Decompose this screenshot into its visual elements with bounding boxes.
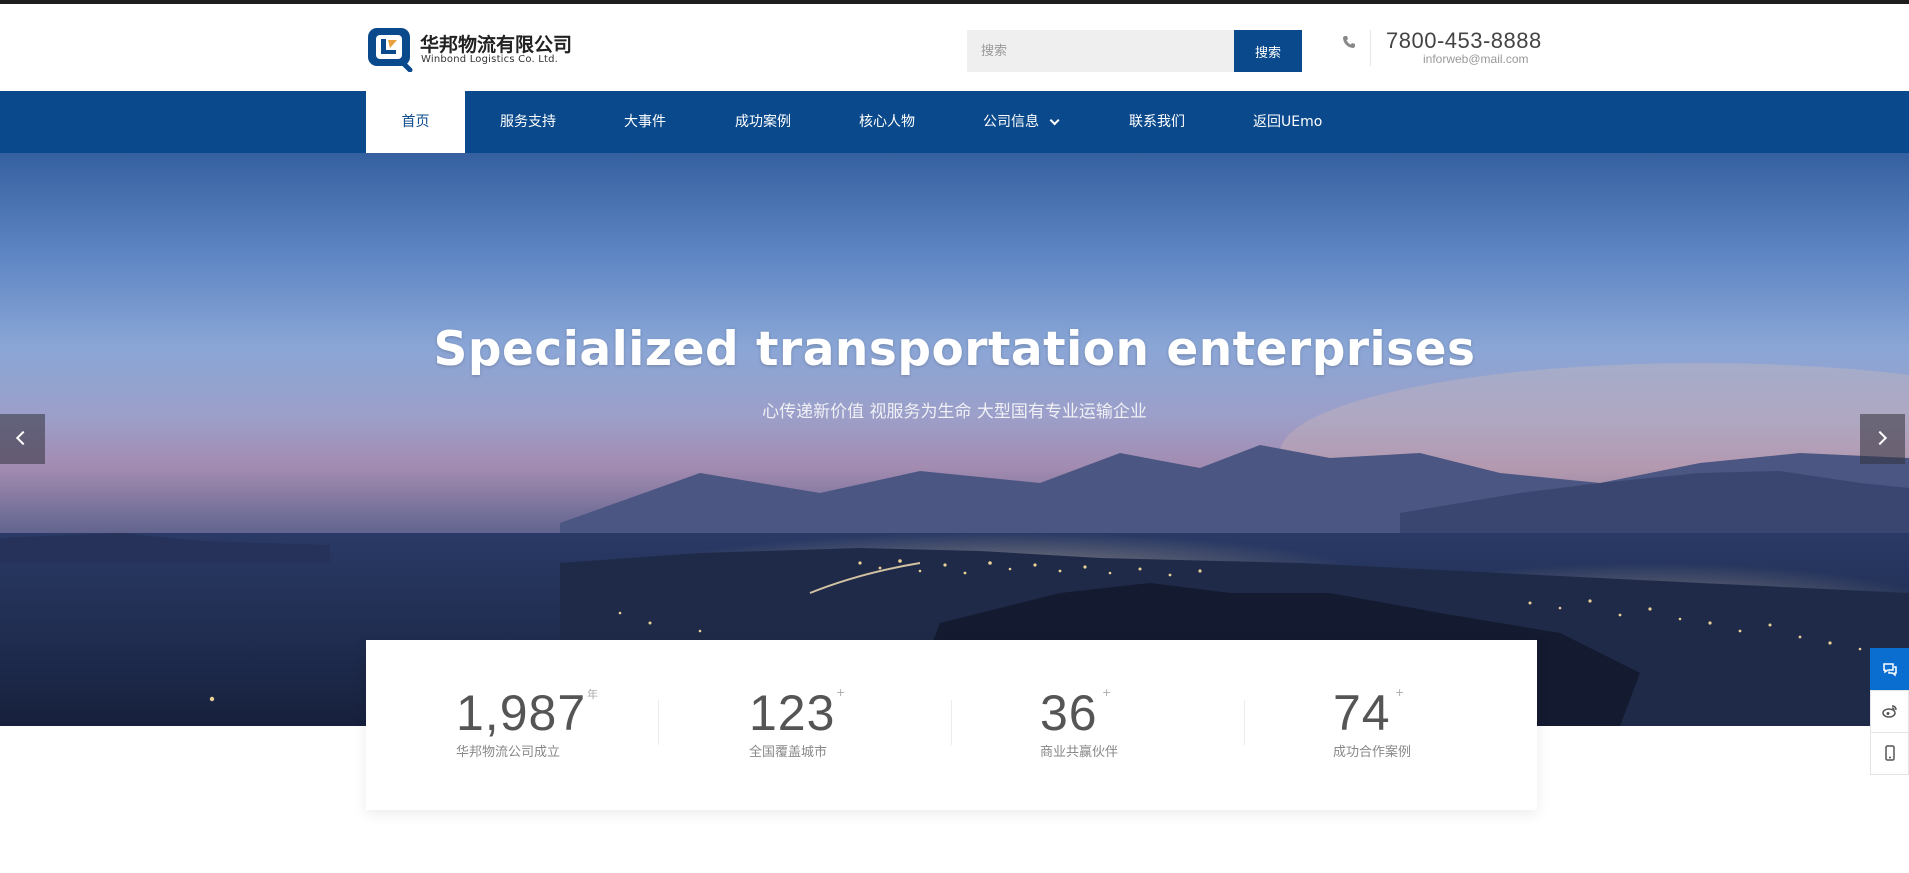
- contact-divider: [1370, 30, 1371, 66]
- phone-number: 7800-453-8888: [1386, 28, 1542, 53]
- stat-unit: +: [1395, 686, 1405, 699]
- nav-item-label: 首页: [401, 114, 430, 130]
- logo-name-cn: 华邦物流有限公司: [420, 34, 573, 56]
- stat-item-founded: 1,987 年 华邦物流公司成立: [366, 640, 658, 810]
- nav-item-people[interactable]: 核心人物: [859, 91, 915, 153]
- nav-item-events[interactable]: 大事件: [624, 91, 666, 153]
- stat-label: 全国覆盖城市: [749, 745, 828, 760]
- stats-card: 1,987 年 华邦物流公司成立 123 + 全国覆盖城市 36 + 商业共赢伙…: [366, 640, 1537, 810]
- stat-unit: 年: [587, 688, 598, 701]
- nav-item-label: 联系我们: [1129, 114, 1185, 130]
- stat-label: 成功合作案例: [1333, 745, 1412, 760]
- nav-item-label: 返回UEmo: [1253, 114, 1323, 130]
- hero-subtitle: 心传递新价值 视服务为生命 大型国有专业运输企业: [762, 402, 1147, 422]
- stat-value: 36: [1040, 685, 1098, 741]
- hero-title: Specialized transportation enterprises: [433, 322, 1476, 377]
- nav-item-back-uemo[interactable]: 返回UEmo: [1253, 91, 1322, 153]
- search-button[interactable]: 搜索: [1234, 30, 1302, 72]
- nav-item-company[interactable]: 公司信息: [983, 91, 1060, 153]
- mobile-icon: [1885, 745, 1895, 761]
- stat-label: 华邦物流公司成立: [456, 745, 561, 760]
- nav-item-contact[interactable]: 联系我们: [1129, 91, 1185, 153]
- stat-value: 123: [749, 685, 836, 741]
- nav-item-service[interactable]: 服务支持: [500, 91, 556, 153]
- weibo-button[interactable]: [1870, 690, 1909, 733]
- stat-unit: +: [1102, 686, 1112, 699]
- nav-item-label: 成功案例: [735, 114, 791, 130]
- chat-button[interactable]: [1870, 648, 1909, 691]
- nav-item-label: 大事件: [624, 114, 666, 130]
- header: 华邦物流有限公司 Winbond Logistics Co. Ltd. 搜索 7…: [0, 4, 1909, 91]
- stat-label: 商业共赢伙伴: [1040, 745, 1119, 760]
- logo[interactable]: 华邦物流有限公司 Winbond Logistics Co. Ltd.: [366, 26, 576, 74]
- nav-item-cases[interactable]: 成功案例: [735, 91, 791, 153]
- carousel-next-button[interactable]: [1860, 414, 1905, 464]
- chat-icon: [1883, 663, 1897, 677]
- contact-email[interactable]: inforweb@mail.com: [1423, 52, 1529, 66]
- main-nav: 首页 服务支持 大事件 成功案例 核心人物 公司信息 联系我们 返回UEmo: [0, 91, 1909, 153]
- logo-mark-icon: [368, 28, 413, 72]
- stat-value: 74: [1333, 685, 1391, 741]
- stat-item-cases: 74 + 成功合作案例: [1245, 640, 1537, 810]
- stat-unit: +: [836, 686, 846, 699]
- weibo-icon: [1882, 705, 1897, 718]
- logo-name-en: Winbond Logistics Co. Ltd.: [421, 54, 559, 65]
- phone-icon: [1343, 36, 1355, 48]
- chevron-right-icon: [1872, 430, 1888, 446]
- stat-item-partners: 36 + 商业共赢伙伴: [952, 640, 1244, 810]
- chevron-left-icon: [15, 430, 31, 446]
- nav-item-home[interactable]: 首页: [366, 91, 465, 153]
- stat-item-cities: 123 + 全国覆盖城市: [659, 640, 951, 810]
- search-input[interactable]: [967, 30, 1234, 72]
- carousel-prev-button[interactable]: [0, 414, 45, 464]
- nav-item-label: 核心人物: [859, 114, 915, 130]
- nav-item-label: 公司信息: [983, 114, 1039, 130]
- chevron-down-icon: [1049, 115, 1060, 126]
- nav-item-label: 服务支持: [500, 114, 556, 130]
- mobile-button[interactable]: [1870, 732, 1909, 775]
- stat-value: 1,987: [456, 685, 587, 741]
